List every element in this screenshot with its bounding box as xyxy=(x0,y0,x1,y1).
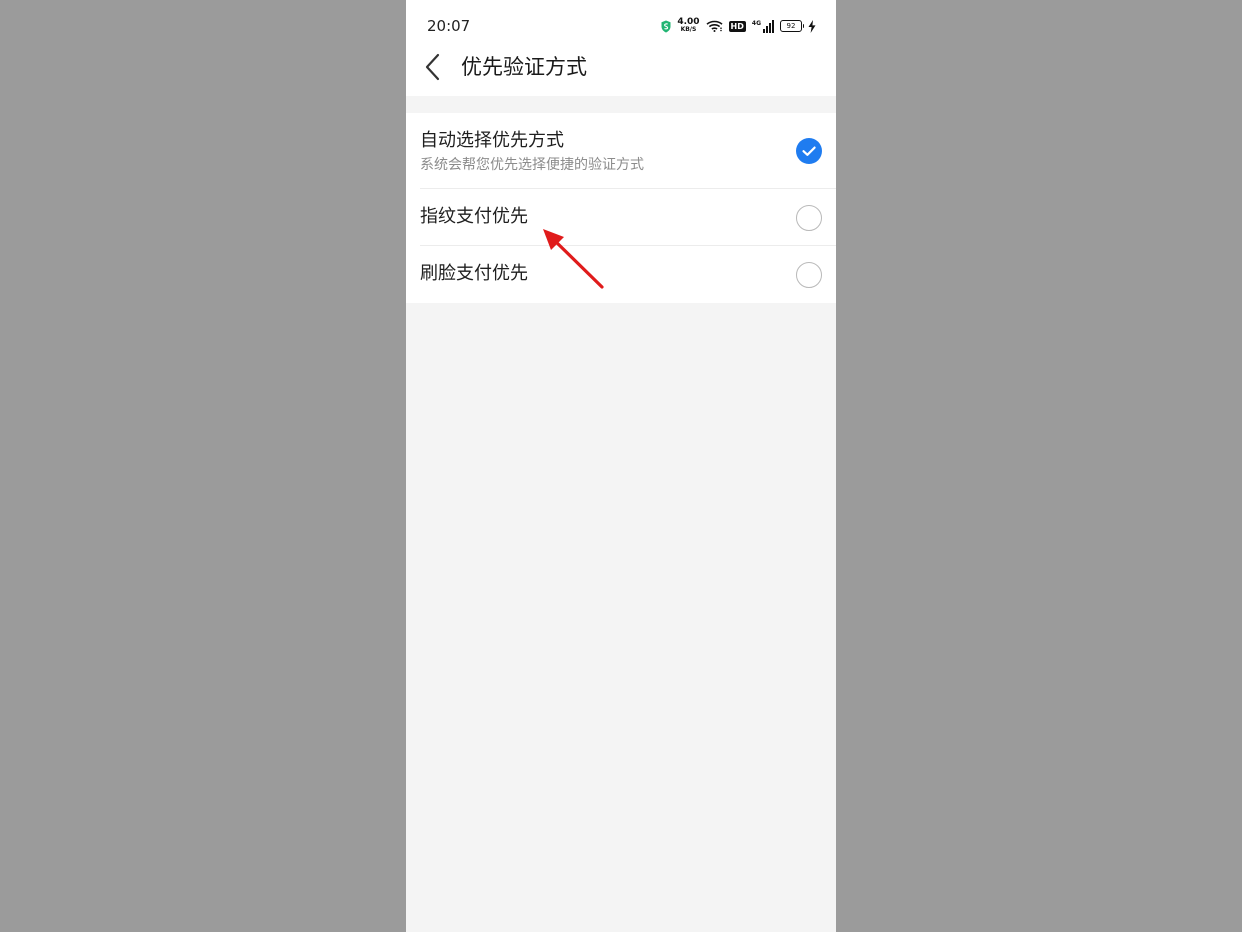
network-type: 4G xyxy=(751,19,761,27)
option-auto-select[interactable]: 自动选择优先方式 系统会帮您优先选择便捷的验证方式 xyxy=(406,113,836,189)
hd-badge: HD xyxy=(728,20,746,32)
phone-screen: 20:07 4.00 KB/S HD 4G 92 优先验证方式 自动选择优先方式… xyxy=(406,0,836,932)
back-button[interactable] xyxy=(422,52,446,82)
option-title: 自动选择优先方式 xyxy=(420,130,564,151)
checkmark-icon xyxy=(802,146,816,156)
chevron-left-icon xyxy=(425,53,440,81)
radio-unselected[interactable] xyxy=(796,262,822,288)
shield-icon xyxy=(661,20,671,32)
option-subtitle: 系统会帮您优先选择便捷的验证方式 xyxy=(420,157,644,173)
battery-icon: 92 xyxy=(780,20,804,32)
net-speed-unit: KB/S xyxy=(680,26,697,33)
status-icons: 4.00 KB/S HD 4G 92 xyxy=(661,14,816,38)
option-title: 刷脸支付优先 xyxy=(420,263,528,284)
battery-level: 92 xyxy=(786,22,796,30)
option-face[interactable]: 刷脸支付优先 xyxy=(406,246,836,303)
option-title: 指纹支付优先 xyxy=(420,206,528,227)
charging-icon xyxy=(808,19,816,33)
page-title: 优先验证方式 xyxy=(461,55,587,79)
radio-selected[interactable] xyxy=(796,138,822,164)
option-list: 自动选择优先方式 系统会帮您优先选择便捷的验证方式 指纹支付优先 刷脸支付优先 xyxy=(406,113,836,303)
top-bar: 20:07 4.00 KB/S HD 4G 92 优先验证方式 xyxy=(406,0,836,96)
wifi-icon xyxy=(706,20,723,32)
radio-unselected[interactable] xyxy=(796,205,822,231)
net-speed-value: 4.00 xyxy=(677,17,700,27)
option-fingerprint[interactable]: 指纹支付优先 xyxy=(406,189,836,246)
status-time: 20:07 xyxy=(427,17,471,35)
net-speed: 4.00 KB/S xyxy=(677,18,699,34)
annotation-arrow-icon xyxy=(543,229,604,289)
signal-icon: 4G xyxy=(751,19,774,33)
